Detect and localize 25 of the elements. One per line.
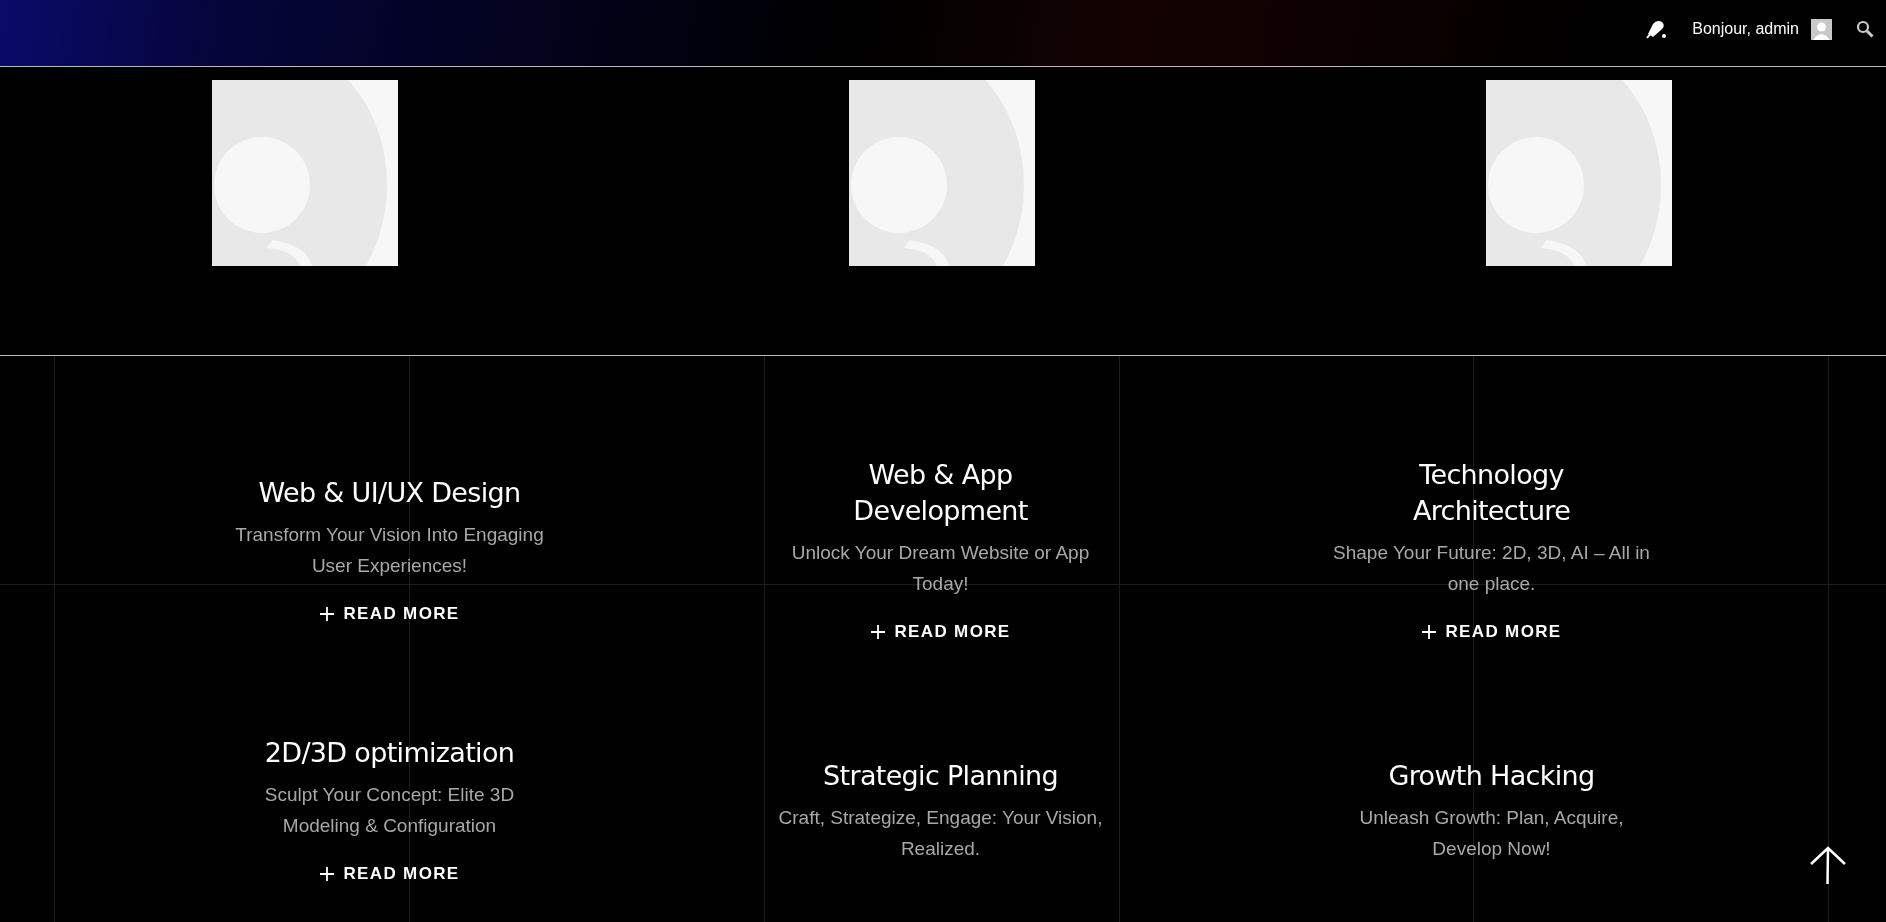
avatar-icon[interactable]	[1811, 18, 1832, 40]
service-title: 2D/3D optimization	[263, 736, 516, 771]
service-description: Unleash Growth: Plan, Acquire, Develop Now!	[1358, 806, 1625, 861]
read-more-link[interactable]: READ MORE	[1421, 619, 1562, 645]
service-description: Unlock Your Dream Website or App Today!	[790, 541, 1091, 597]
read-more-link[interactable]: READ MORE	[870, 619, 1011, 645]
read-more-link[interactable]: READ MORE	[319, 601, 460, 627]
search-icon[interactable]	[1856, 20, 1874, 38]
bell-icon[interactable]	[1644, 18, 1669, 40]
service-description: Sculpt Your Concept: Elite 3D Modeling & Configuration	[263, 783, 516, 839]
plus-icon	[319, 866, 336, 882]
scroll-to-top-icon[interactable]	[1809, 846, 1847, 884]
service-title: Technology Architecture	[1411, 458, 1572, 529]
service-description: Craft, Strategize, Engage: Your Vision, Realized.	[777, 806, 1104, 861]
service-title: Web & UI/UX Design	[257, 476, 522, 511]
service-title: Web & App Development	[852, 458, 1029, 529]
plus-icon	[1421, 624, 1438, 640]
plus-icon	[870, 624, 887, 640]
service-description: Shape Your Future: 2D, 3D, AI – All in one place.	[1332, 541, 1651, 597]
service-description: Transform Your Vision Into Engaging User Experiences!	[234, 523, 545, 579]
service-title: Strategic Planning	[822, 759, 1059, 793]
plus-icon	[319, 606, 336, 622]
greeting-text[interactable]: Bonjour, admin	[1692, 17, 1799, 41]
service-title: Growth Hacking	[1387, 759, 1596, 793]
read-more-link[interactable]: READ MORE	[319, 861, 460, 887]
